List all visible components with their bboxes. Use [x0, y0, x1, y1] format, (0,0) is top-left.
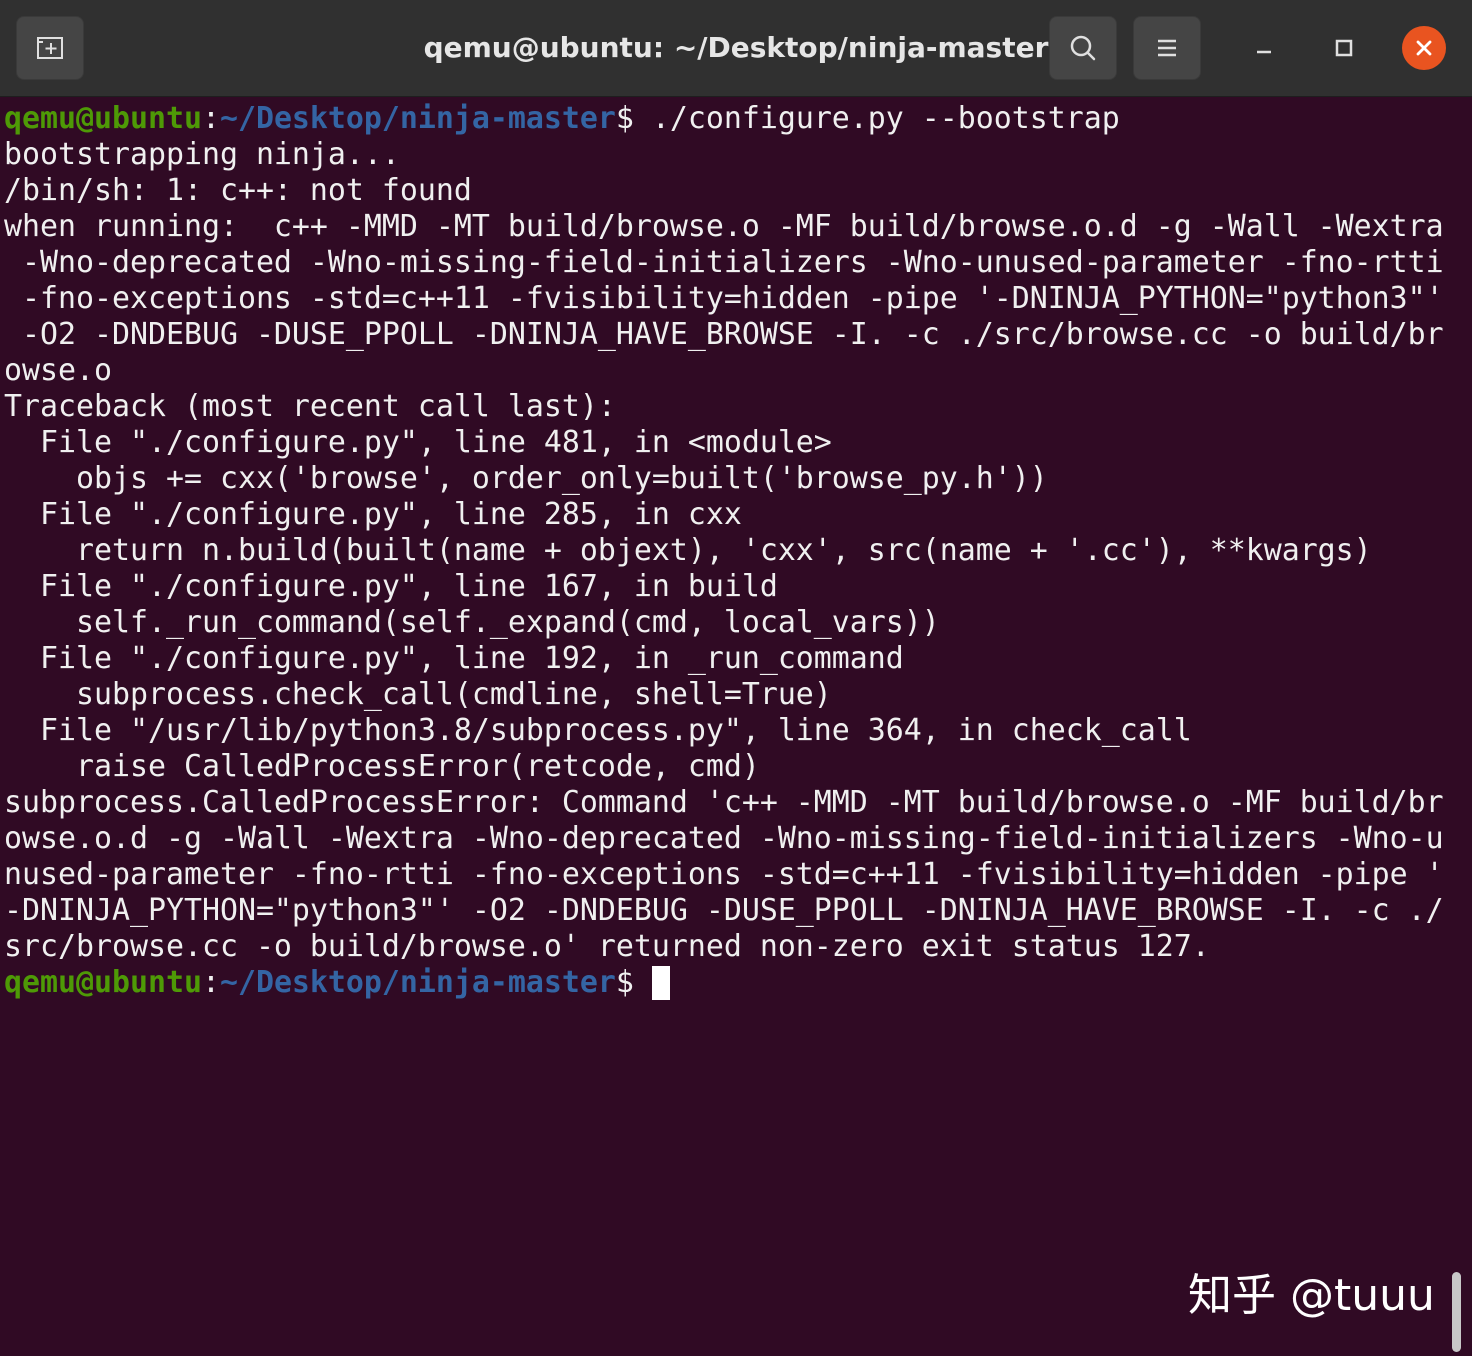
- output-line: bootstrapping ninja...: [4, 137, 400, 172]
- search-button[interactable]: [1049, 16, 1117, 80]
- output-line: subprocess.CalledProcessError: Command '…: [4, 785, 1444, 820]
- window-title-text: qemu@ubuntu: ~/Desktop/ninja-master: [423, 31, 1049, 64]
- close-button[interactable]: [1402, 26, 1446, 70]
- hamburger-menu-icon: [1158, 39, 1176, 57]
- output-line: self._run_command(self._expand(cmd, loca…: [4, 605, 940, 640]
- output-line: File "./configure.py", line 285, in cxx: [4, 497, 742, 532]
- prompt-path: ~/Desktop/ninja-master: [219, 101, 616, 136]
- close-icon: [1416, 40, 1432, 56]
- command-line: qemu@ubuntu:~/Desktop/ninja-master$ ./co…: [4, 101, 1120, 137]
- prompt-path: ~/Desktop/ninja-master: [219, 965, 616, 1000]
- output-line: objs += cxx('browse', order_only=built('…: [4, 461, 1048, 496]
- text-cursor: [651, 966, 670, 1000]
- prompt-symbol: $: [615, 965, 634, 1000]
- maximize-icon: [1335, 39, 1353, 57]
- output-line: owse.o: [4, 353, 112, 388]
- output-line: -fno-exceptions -std=c++11 -fvisibility=…: [4, 281, 1444, 316]
- output-line: File "./configure.py", line 192, in _run…: [4, 641, 904, 676]
- output-line: -DNINJA_PYTHON="python3"' -O2 -DNDEBUG -…: [4, 893, 1444, 928]
- output-line: -Wno-deprecated -Wno-missing-field-initi…: [4, 245, 1444, 280]
- prompt-symbol: $: [615, 101, 634, 136]
- output-line: nused-parameter -fno-rtti -fno-exception…: [4, 857, 1444, 892]
- window-title: qemu@ubuntu: ~/Desktop/ninja-master: [300, 28, 1172, 68]
- title-bar[interactable]: qemu@ubuntu: ~/Desktop/ninja-master: [0, 0, 1472, 97]
- prompt-colon: :: [201, 101, 220, 136]
- new-tab-button[interactable]: [16, 16, 84, 80]
- output-line: src/browse.cc -o build/browse.o' returne…: [4, 929, 1210, 964]
- prompt-colon: :: [201, 965, 220, 1000]
- menu-button[interactable]: [1133, 16, 1201, 80]
- output-line: File "./configure.py", line 481, in <mod…: [4, 425, 832, 460]
- minimize-icon: [1257, 50, 1271, 54]
- output-line: raise CalledProcessError(retcode, cmd): [4, 749, 760, 784]
- output-line: return n.build(built(name + objext), 'cx…: [4, 533, 1372, 568]
- terminal-output[interactable]: qemu@ubuntu:~/Desktop/ninja-master$ ./co…: [0, 97, 1472, 1356]
- search-icon: [1070, 35, 1096, 61]
- terminal-window: qemu@ubuntu: ~/Desktop/ninja-master qemu…: [0, 0, 1472, 1356]
- output-line: owse.o.d -g -Wall -Wextra -Wno-deprecate…: [4, 821, 1444, 856]
- output-line: when running: c++ -MMD -MT build/browse.…: [4, 209, 1444, 244]
- prompt-line[interactable]: qemu@ubuntu:~/Desktop/ninja-master$: [4, 965, 670, 1001]
- output-line: File "./configure.py", line 167, in buil…: [4, 569, 778, 604]
- new-tab-icon: [37, 37, 63, 59]
- watermark: 知乎 @tuuu: [1188, 1270, 1435, 1321]
- output-line: File "/usr/lib/python3.8/subprocess.py",…: [4, 713, 1192, 748]
- prompt-user-host: qemu@ubuntu: [4, 965, 202, 1000]
- output-line: subprocess.check_call(cmdline, shell=Tru…: [4, 677, 832, 712]
- maximize-button[interactable]: [1322, 26, 1366, 70]
- prompt-user-host: qemu@ubuntu: [4, 101, 202, 136]
- command-text: ./configure.py --bootstrap: [633, 101, 1120, 136]
- scrollbar[interactable]: [1452, 1272, 1461, 1352]
- minimize-button[interactable]: [1242, 26, 1286, 70]
- output-line: /bin/sh: 1: c++: not found: [4, 173, 472, 208]
- output-line: -O2 -DNDEBUG -DUSE_PPOLL -DNINJA_HAVE_BR…: [4, 317, 1444, 352]
- output-line: Traceback (most recent call last):: [4, 389, 616, 424]
